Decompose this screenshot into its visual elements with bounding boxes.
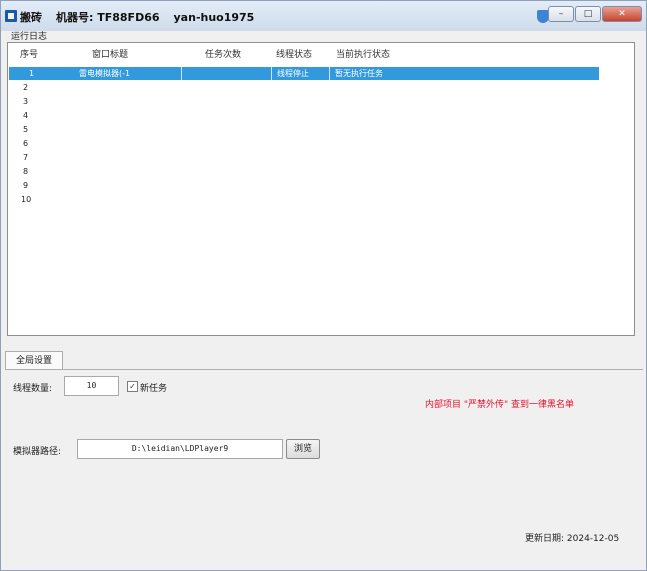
row-index: 8: [23, 167, 29, 176]
new-task-checkbox[interactable]: ✓: [127, 381, 138, 392]
table-row[interactable]: 2: [9, 81, 599, 94]
row-index: 1: [29, 69, 35, 78]
column-separator: [329, 67, 330, 80]
machine-id-label: 机器号: TF88FD66: [56, 11, 160, 24]
username-label: yan-huo1975: [173, 11, 255, 24]
title-bar[interactable]: 搬砖 机器号: TF88FD66 yan-huo1975 – □ ✕: [1, 1, 646, 31]
col-header-window-title[interactable]: 窗口标题: [92, 47, 128, 60]
minimize-button[interactable]: –: [548, 6, 574, 22]
emulator-path-label: 模拟器路径:: [13, 447, 62, 457]
col-header-task-count[interactable]: 任务次数: [205, 47, 241, 60]
col-header-current-status[interactable]: 当前执行状态: [336, 47, 390, 60]
window-title: 搬砖 机器号: TF88FD66 yan-huo1975: [20, 9, 268, 25]
row-index: 4: [23, 111, 29, 120]
row-index: 6: [23, 139, 29, 148]
browse-button[interactable]: 浏览: [286, 439, 320, 459]
table-row[interactable]: 7: [9, 151, 599, 164]
row-index: 10: [21, 195, 32, 204]
row-index: 2: [23, 83, 29, 92]
run-log-label: 运行日志: [11, 32, 48, 42]
app-name: 搬砖: [20, 11, 42, 24]
window-controls: – □ ✕: [547, 6, 642, 23]
app-logo-icon: [5, 10, 17, 22]
tab-global-settings[interactable]: 全局设置: [5, 351, 63, 370]
new-task-label: 新任务: [140, 384, 168, 394]
column-separator: [181, 67, 182, 80]
minimize-icon: –: [558, 9, 564, 19]
row-thread-status: 线程停止: [277, 69, 309, 78]
emulator-path-input[interactable]: D:\leidian\LDPlayer9: [77, 439, 283, 459]
maximize-button[interactable]: □: [575, 6, 601, 22]
row-index: 3: [23, 97, 29, 106]
row-index: 5: [23, 125, 29, 134]
notice-text: 内部项目 "严禁外传" 查到一律黑名单: [425, 400, 575, 410]
col-header-thread-status[interactable]: 线程状态: [276, 47, 312, 60]
table-row[interactable]: 8: [9, 165, 599, 178]
table-row[interactable]: 3: [9, 95, 599, 108]
close-icon: ✕: [618, 9, 626, 19]
task-grid[interactable]: 序号 窗口标题 任务次数 线程状态 当前执行状态 1 雷电模拟器(-1 线程停止…: [7, 42, 635, 336]
thread-count-label: 线程数量:: [13, 384, 53, 394]
row-window-title: 雷电模拟器(-1: [79, 69, 131, 78]
table-row[interactable]: 1 雷电模拟器(-1 线程停止 暂无执行任务: [9, 67, 599, 80]
table-row[interactable]: 6: [9, 137, 599, 150]
table-row[interactable]: 4: [9, 109, 599, 122]
close-button[interactable]: ✕: [602, 6, 642, 22]
app-window: 搬砖 机器号: TF88FD66 yan-huo1975 – □ ✕ 运行日志 序号…: [0, 0, 647, 571]
column-separator: [271, 67, 272, 80]
thread-count-input[interactable]: 10: [64, 376, 119, 396]
grid-header: 序号 窗口标题 任务次数 线程状态 当前执行状态: [8, 43, 634, 61]
col-header-index[interactable]: 序号: [20, 47, 38, 60]
table-row[interactable]: 5: [9, 123, 599, 136]
table-row[interactable]: 9: [9, 179, 599, 192]
maximize-icon: □: [583, 9, 593, 19]
update-date-label: 更新日期: 2024-12-05: [525, 534, 620, 544]
row-index: 7: [23, 153, 29, 162]
row-index: 9: [23, 181, 29, 190]
row-current-status: 暂无执行任务: [335, 69, 383, 78]
table-row[interactable]: 10: [9, 193, 599, 206]
